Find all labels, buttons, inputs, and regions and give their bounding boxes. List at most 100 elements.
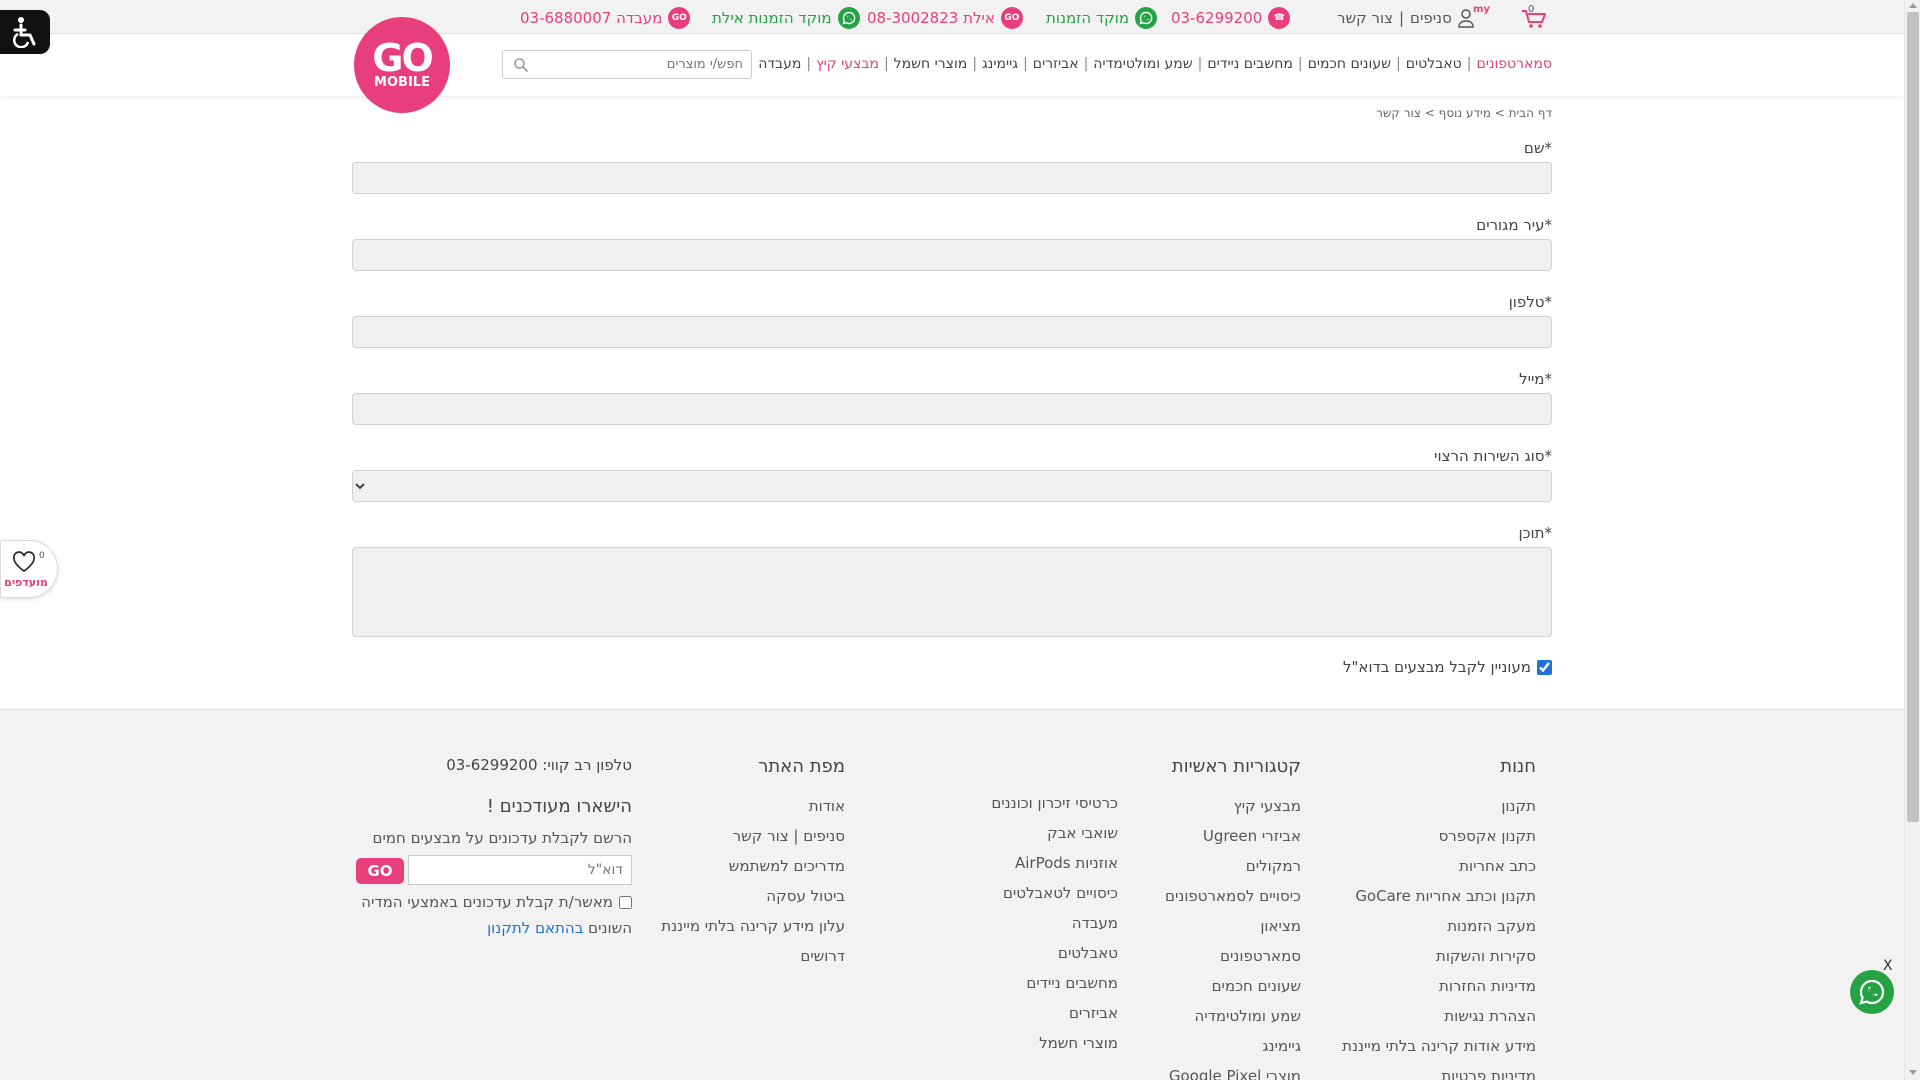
scroll-down-arrow-icon[interactable] — [1909, 1070, 1917, 1075]
accessibility-icon — [13, 17, 36, 48]
contact-branches: צור קשר | סניפים — [1337, 7, 1452, 29]
main-phone-link[interactable]: 03-6299200 ☎ — [1171, 7, 1291, 29]
breadcrumb-home[interactable]: דף הבית — [1509, 106, 1552, 120]
city-label: *עיר מגורים — [1476, 216, 1552, 234]
nav-item-accessories[interactable]: אביזרים — [1033, 56, 1079, 74]
footer-link-order-tracking[interactable]: מעקב הזמנות — [1342, 911, 1536, 941]
name-input[interactable] — [352, 162, 1552, 194]
breadcrumb: דף הבית > מידע נוסף > צור קשר — [1300, 106, 1552, 120]
footer-link-jobs[interactable]: דרושים — [661, 941, 845, 971]
scroll-up-arrow-icon[interactable] — [1909, 3, 1917, 8]
footer-link-smartphones[interactable]: סמארטפונים — [1165, 941, 1301, 971]
nav-separator: | — [1197, 56, 1203, 72]
nav-item-appliances[interactable]: מוצרי חשמל — [894, 56, 968, 74]
whatsapp-icon — [837, 7, 860, 29]
nav-separator: | — [1396, 56, 1401, 72]
contact-link[interactable]: צור קשר — [1337, 9, 1393, 27]
accessibility-button[interactable] — [0, 10, 50, 54]
footer-link-user-guides[interactable]: מדריכים למשתמש — [661, 851, 845, 881]
search-input[interactable] — [535, 54, 743, 75]
nav-item-laptops[interactable]: מחשבים ניידים — [1207, 56, 1292, 74]
footer-shop-title: חנות — [1500, 756, 1536, 777]
scrollbar-thumb[interactable] — [1907, 12, 1919, 822]
whatsapp-chat-button[interactable] — [1850, 970, 1894, 1014]
nav-item-lab[interactable]: מעבדה — [758, 56, 801, 74]
whatsapp-orders-link[interactable]: מוקד הזמנות — [1046, 7, 1158, 29]
newsletter-go-button[interactable]: GO — [356, 858, 404, 884]
footer-link-tablet-cases[interactable]: כיסויים לטאבלטים — [991, 878, 1118, 908]
footer-link-about[interactable]: אודות — [661, 791, 845, 821]
footer-link-tablets[interactable]: טאבלטים — [991, 938, 1118, 968]
service-type-select[interactable] — [352, 470, 1552, 502]
city-input[interactable] — [352, 239, 1552, 271]
nav-item-smartphones[interactable]: סמארטפונים — [1476, 56, 1552, 74]
content-textarea[interactable] — [352, 547, 1552, 637]
newsletter-email-input[interactable] — [408, 855, 632, 885]
name-label: *שם — [1523, 139, 1552, 157]
nav-item-tablets[interactable]: טאבלטים — [1406, 56, 1462, 74]
search-box — [502, 50, 752, 79]
search-icon[interactable] — [513, 57, 529, 73]
footer-sitemap-title: מפת האתר — [758, 756, 845, 777]
go-mobile-logo[interactable]: GO MOBILE — [354, 17, 450, 113]
breadcrumb-separator: > — [1424, 106, 1435, 120]
email-label: *מייל — [1519, 370, 1552, 388]
footer-phone: טלפון רב קווי: 03-6299200 — [446, 756, 632, 774]
footer-link-bargains[interactable]: מציאון — [1165, 911, 1301, 941]
footer-link-airpods[interactable]: אוזניות AirPods — [991, 848, 1118, 878]
footer-link-reviews[interactable]: סקירות והשקות — [1342, 941, 1536, 971]
logo-text-mobile: MOBILE — [374, 75, 430, 90]
cart-count: 0 — [1528, 4, 1535, 15]
footer-link-radiation-leaflet[interactable]: עלון מידע קרינה בלתי מייננת — [661, 911, 845, 941]
footer-link-laptops[interactable]: מחשבים ניידים — [991, 968, 1118, 998]
terms-line: השונים בהתאם לתקנון — [352, 919, 632, 937]
footer-link-radiation-info[interactable]: מידע אודות קרינה בלתי מייננת — [1342, 1031, 1536, 1061]
main-phone-text: 03-6299200 — [1171, 9, 1263, 27]
footer-link-cancel-transaction[interactable]: ביטול עסקה — [661, 881, 845, 911]
footer-link-warranty[interactable]: כתב אחריות — [1342, 851, 1536, 881]
footer-link-vacuums[interactable]: שואבי אבק — [991, 818, 1118, 848]
footer-link-branches-contact[interactable]: סניפים | צור קשר — [661, 821, 845, 851]
main-nav: סמארטפונים | טאבלטים | שעונים חכמים | מח… — [758, 56, 1552, 74]
nav-item-smartwatches[interactable]: שעונים חכמים — [1308, 56, 1391, 74]
footer-link-smartwatches[interactable]: שעונים חכמים — [1165, 971, 1301, 1001]
footer-link-google-pixel[interactable]: מוצרי Google Pixel — [1165, 1061, 1301, 1080]
footer-link-terms[interactable]: תקנון — [1342, 791, 1536, 821]
promo-checkbox[interactable] — [1537, 659, 1552, 675]
nav-item-summer-deals[interactable]: מבצעי קיץ — [816, 56, 879, 74]
eilat-phone-link[interactable]: אילת 08-3002823 GO — [867, 7, 1023, 29]
lab-phone-link[interactable]: מעבדה 03-6880007 GO — [520, 7, 691, 29]
footer-link-gocare[interactable]: תקנון וכתב אחריות GoCare — [1342, 881, 1536, 911]
footer-link-speakers[interactable]: רמקולים — [1165, 851, 1301, 881]
footer-link-privacy[interactable]: מדיניות פרטיות — [1342, 1061, 1536, 1080]
email-input[interactable] — [352, 393, 1552, 425]
wishlist-widget[interactable]: 0 מועדפים — [0, 540, 58, 598]
branches-link[interactable]: סניפים — [1410, 9, 1452, 27]
footer-link-lab[interactable]: מעבדה — [991, 908, 1118, 938]
footer-link-phone-cases[interactable]: כיסויים לסמארטפונים — [1165, 881, 1301, 911]
nav-separator: | — [1023, 56, 1028, 72]
footer-link-returns[interactable]: מדיניות החזרות — [1342, 971, 1536, 1001]
footer-link-audio[interactable]: שמע ומולטימדיה — [1165, 1001, 1301, 1031]
whatsapp-close-button[interactable]: X — [1883, 958, 1893, 974]
terms-link[interactable]: בהתאם לתקנון — [487, 919, 583, 937]
nav-item-gaming[interactable]: גיימינג — [982, 56, 1018, 74]
promo-checkbox-label: מעוניין לקבל מבצעים בדוא"ל — [1343, 658, 1531, 676]
footer-link-accessories[interactable]: אביזרים — [991, 998, 1118, 1028]
footer-link-ugreen[interactable]: אביזרי Ugreen — [1165, 821, 1301, 851]
breadcrumb-info[interactable]: מידע נוסף — [1439, 106, 1491, 120]
phone-input[interactable] — [352, 316, 1552, 348]
footer-link-gaming[interactable]: גיימינג — [1165, 1031, 1301, 1061]
page-scrollbar[interactable] — [1904, 0, 1920, 1080]
whatsapp-orders-eilat-link[interactable]: מוקד הזמנות אילת — [712, 7, 860, 29]
footer-subscribe-hint: הרשם לקבלת עדכונים על מבצעים חמים — [372, 829, 633, 847]
footer-contact-column: טלפון רב קווי: 03-6299200 הישארו מעודכני… — [352, 756, 632, 937]
media-consent-checkbox[interactable] — [619, 895, 632, 909]
footer-link-memory-cards[interactable]: כרטיסי זיכרון וכוננים — [991, 788, 1118, 818]
footer-link-appliances[interactable]: מוצרי חשמל — [991, 1028, 1118, 1058]
footer-subscribe-title: הישארו מעודכנים ! — [486, 796, 632, 817]
nav-item-audio[interactable]: שמע ומולטימדיה — [1093, 56, 1192, 74]
footer-link-summer-deals[interactable]: מבצעי קיץ — [1165, 791, 1301, 821]
footer-link-accessibility[interactable]: הצהרת נגישות — [1342, 1001, 1536, 1031]
footer-link-express-terms[interactable]: תקנון אקספרס — [1342, 821, 1536, 851]
